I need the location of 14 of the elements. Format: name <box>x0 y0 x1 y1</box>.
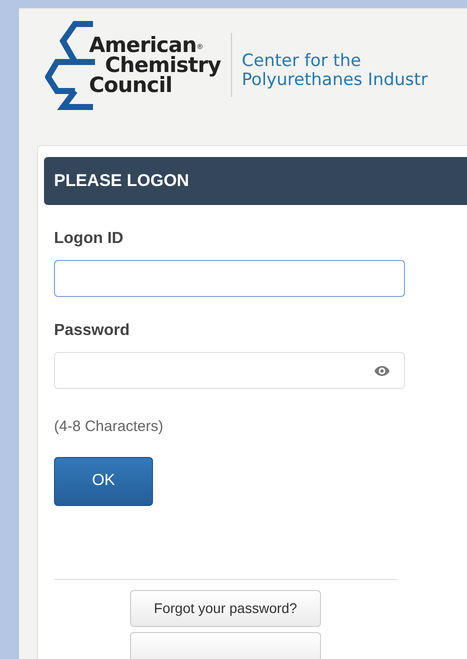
password-field[interactable] <box>54 352 405 389</box>
forgot-password-button[interactable]: Forgot your password? <box>130 590 321 626</box>
panel-title: PLEASE LOGON <box>54 170 190 192</box>
tagline-text: Polyurethanes Industr <box>242 71 428 90</box>
ok-button[interactable]: OK <box>54 456 153 506</box>
field-label: Logon ID <box>54 229 124 249</box>
tagline-text: Center for the <box>242 52 362 71</box>
logo-text: American$^{®}$ <box>88 35 204 55</box>
button[interactable] <box>130 632 321 659</box>
logo-text: Council <box>88 75 172 95</box>
input-field[interactable] <box>54 260 405 297</box>
logo-text: Chemistry <box>105 55 221 75</box>
hint-text: (4-8 Characters) <box>54 417 164 437</box>
field-label: Password <box>54 321 131 341</box>
